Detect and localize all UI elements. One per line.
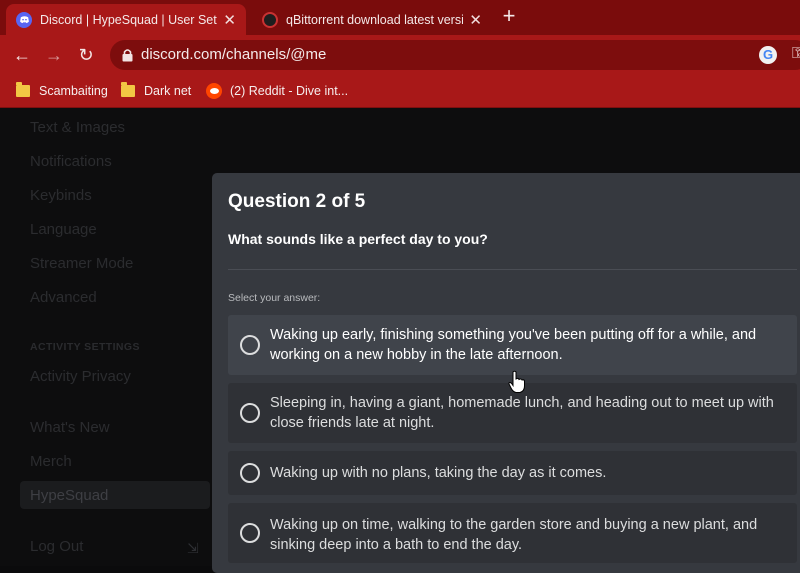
key-icon[interactable]: ⚿: [792, 45, 800, 63]
question-counter: Question 2 of 5: [228, 191, 366, 212]
tab-title: Discord | HypeSquad | User Settings: [40, 12, 217, 27]
question-text: What sounds like a perfect day to you?: [228, 231, 488, 247]
sidebar-item-streamer-mode[interactable]: Streamer Mode: [30, 255, 133, 272]
answer-option-1[interactable]: Waking up early, finishing something you…: [228, 315, 797, 375]
address-bar[interactable]: discord.com/channels/@me G ⚿: [110, 40, 800, 70]
forward-icon[interactable]: →: [42, 43, 66, 67]
lock-icon: [122, 49, 133, 62]
bookmark-dark-net[interactable]: Dark net: [121, 82, 191, 100]
select-answer-label: Select your answer:: [228, 292, 321, 304]
reload-icon[interactable]: ↻: [74, 43, 98, 67]
sidebar-item-language[interactable]: Language: [30, 221, 97, 238]
hand-cursor-icon: [508, 370, 525, 393]
new-tab-button[interactable]: +: [498, 5, 520, 28]
divider: [228, 269, 797, 270]
bookmark-label: Dark net: [144, 84, 192, 98]
sidebar-item-merch[interactable]: Merch: [30, 453, 72, 470]
qbittorrent-icon: [262, 11, 278, 28]
tab-title: qBittorrent download latest version: [286, 12, 464, 27]
sidebar-item-keybinds[interactable]: Keybinds: [30, 187, 92, 204]
answer-text: Waking up early, finishing something you…: [270, 327, 757, 363]
sidebar-item-activity-privacy[interactable]: Activity Privacy: [30, 368, 131, 385]
answer-text: Sleeping in, having a giant, homemade lu…: [270, 395, 774, 431]
browser-tab-bar: Discord | HypeSquad | User Settings ✕ qB…: [0, 0, 800, 35]
close-tab-icon[interactable]: ✕: [223, 11, 236, 29]
browser-toolbar: ← → ↻ discord.com/channels/@me G ⚿: [0, 35, 800, 74]
sidebar-item-hypesquad[interactable]: HypeSquad: [30, 487, 108, 504]
sidebar-header-activity: ACTIVITY SETTINGS: [30, 341, 140, 353]
bookmark-scambaiting[interactable]: Scambaiting: [16, 82, 108, 100]
radio-button[interactable]: [240, 335, 260, 355]
tab-discord[interactable]: Discord | HypeSquad | User Settings ✕: [6, 4, 246, 35]
sidebar-item-text-images[interactable]: Text & Images: [30, 119, 125, 136]
radio-button[interactable]: [240, 523, 260, 543]
answer-text: Waking up with no plans, taking the day …: [270, 465, 607, 481]
bookmark-label: (2) Reddit - Dive int...: [230, 84, 349, 98]
sidebar-item-advanced[interactable]: Advanced: [30, 289, 97, 306]
close-tab-icon[interactable]: ✕: [469, 11, 482, 29]
answer-option-3[interactable]: Waking up with no plans, taking the day …: [228, 451, 797, 495]
bookmarks-bar: Scambaiting Dark net (2) Reddit - Dive i…: [0, 74, 800, 108]
sidebar-item-notifications[interactable]: Notifications: [30, 153, 112, 170]
radio-button[interactable]: [240, 403, 260, 423]
tab-qbittorrent[interactable]: qBittorrent download latest version ✕: [252, 4, 492, 35]
bookmark-reddit[interactable]: (2) Reddit - Dive int...: [206, 82, 348, 100]
google-icon[interactable]: G: [759, 46, 777, 64]
logout-icon: ⇲: [187, 540, 199, 556]
url-text: discord.com/channels/@me: [141, 46, 327, 63]
folder-icon: [121, 82, 135, 97]
discord-icon: [16, 11, 32, 28]
answer-text: Waking up on time, walking to the garden…: [270, 517, 758, 553]
hypesquad-quiz-modal: Question 2 of 5 What sounds like a perfe…: [212, 173, 800, 573]
back-icon[interactable]: ←: [10, 43, 34, 67]
sidebar-item-whats-new[interactable]: What's New: [30, 419, 110, 436]
sidebar-item-logout[interactable]: Log Out: [30, 538, 83, 555]
reddit-icon: [206, 83, 222, 99]
answer-option-4[interactable]: Waking up on time, walking to the garden…: [228, 503, 797, 563]
folder-icon: [16, 82, 30, 97]
bookmark-label: Scambaiting: [39, 84, 108, 98]
radio-button[interactable]: [240, 463, 260, 483]
